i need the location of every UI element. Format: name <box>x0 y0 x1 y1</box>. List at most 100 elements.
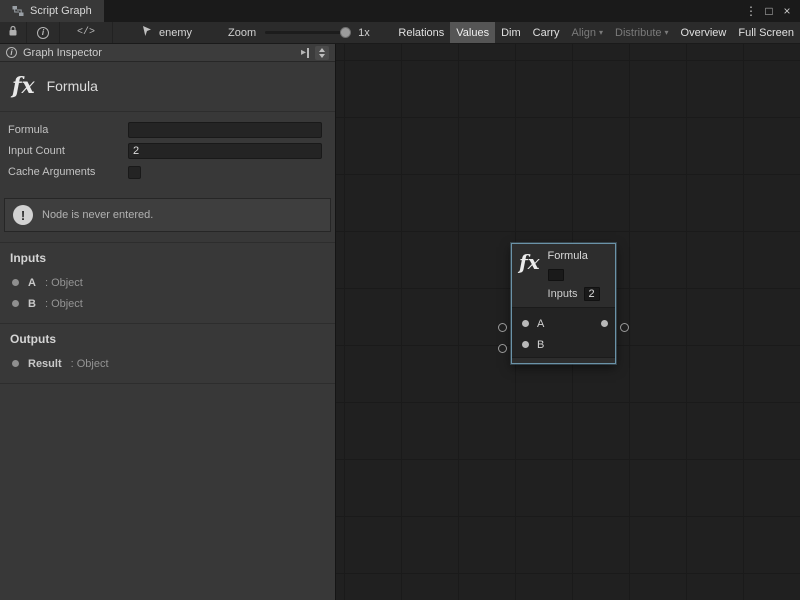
tab-label: Script Graph <box>30 5 92 17</box>
fx-icon: fx <box>519 250 540 301</box>
outputs-header: Outputs <box>0 332 335 353</box>
zoom-control: Zoom 1x <box>228 27 370 39</box>
warning-icon: ! <box>13 205 33 225</box>
overview-button[interactable]: Overview <box>675 22 733 43</box>
node-header-fields: Formula Inputs 2 <box>548 250 600 301</box>
external-port-result-icon[interactable] <box>620 323 629 332</box>
graph-toolbar: i </> enemy Zoom 1x Relations Values Di <box>0 22 800 44</box>
port-dot-icon <box>12 279 19 286</box>
input-count-label: Input Count <box>8 145 128 157</box>
formula-input[interactable] <box>128 122 322 138</box>
title-bar: Script Graph ⋮ □ × <box>0 0 800 22</box>
port-type: : Object <box>71 358 109 370</box>
info-icon: i <box>37 27 49 39</box>
port-name: B <box>28 298 36 310</box>
inspector-fields: Formula Input Count Cache Arguments <box>0 112 335 192</box>
port-dot-icon <box>12 360 19 367</box>
unity-script-graph-window: Script Graph ⋮ □ × i </> <box>0 0 800 600</box>
cache-arguments-checkbox[interactable] <box>128 166 141 179</box>
panel-title: Graph Inspector <box>23 47 102 59</box>
zoom-value: 1x <box>358 27 370 39</box>
inspector-node-title-block: fx Formula <box>0 62 335 112</box>
code-view-button[interactable]: </> <box>60 22 112 43</box>
formula-field-row: Formula <box>8 121 322 139</box>
zoom-label: Zoom <box>228 27 256 39</box>
input-port-b-row: B : Object <box>0 293 335 314</box>
toolbar-buttons: Relations Values Dim Carry Align ▾ Distr… <box>392 22 800 43</box>
graph-inspector-panel: i Graph Inspector ▸ fx Formula Formula I… <box>0 44 335 600</box>
arrow-down-icon <box>319 54 325 58</box>
node-port-row-b: B <box>512 334 615 355</box>
warning-box: ! Node is never entered. <box>4 198 331 232</box>
cache-arguments-label: Cache Arguments <box>8 166 128 178</box>
inspect-toggle-button[interactable]: i <box>27 22 59 43</box>
kebab-menu-icon[interactable]: ⋮ <box>742 4 760 18</box>
inputs-header: Inputs <box>0 251 335 272</box>
distribute-button[interactable]: Distribute ▾ <box>609 22 674 43</box>
fx-icon: fx <box>12 74 35 98</box>
zoom-slider-knob[interactable] <box>340 27 351 38</box>
external-port-b-icon[interactable] <box>498 344 507 353</box>
align-button-label: Align <box>572 27 596 39</box>
formula-node-header[interactable]: fx Formula Inputs 2 <box>512 244 615 307</box>
output-port-result-row: Result : Object <box>0 353 335 374</box>
node-footer <box>512 357 615 363</box>
port-label: A <box>537 318 544 330</box>
port-name: A <box>28 277 36 289</box>
window-controls: ⋮ □ × <box>742 0 800 22</box>
dock-icon[interactable]: ▸ <box>301 48 309 58</box>
formula-field-label: Formula <box>8 124 128 136</box>
lock-button[interactable] <box>0 22 26 43</box>
close-icon[interactable]: × <box>778 4 796 18</box>
input-port-a-row: A : Object <box>0 272 335 293</box>
warning-text: Node is never entered. <box>42 209 153 221</box>
output-port-result-icon[interactable] <box>601 320 608 327</box>
chevron-down-icon: ▾ <box>599 28 603 37</box>
port-name: Result <box>28 358 62 370</box>
lock-icon <box>8 25 18 40</box>
fullscreen-button[interactable]: Full Screen <box>732 22 800 43</box>
port-dot-icon <box>12 300 19 307</box>
port-label: B <box>537 339 544 351</box>
script-graph-icon <box>12 5 24 17</box>
arrow-up-icon <box>319 48 325 52</box>
graph-breadcrumb[interactable]: enemy <box>141 25 192 40</box>
node-input-count-row: Inputs 2 <box>548 287 600 301</box>
input-count-input[interactable] <box>128 143 322 159</box>
distribute-button-label: Distribute <box>615 27 661 39</box>
carry-button[interactable]: Carry <box>527 22 566 43</box>
maximize-icon[interactable]: □ <box>760 4 778 18</box>
node-title: Formula <box>548 250 600 263</box>
external-port-a-icon[interactable] <box>498 323 507 332</box>
node-input-count[interactable]: 2 <box>584 287 600 301</box>
info-icon: i <box>6 47 17 58</box>
inspector-header: i Graph Inspector ▸ <box>0 44 335 62</box>
node-port-row-a: A <box>512 313 615 334</box>
tab-script-graph[interactable]: Script Graph <box>0 0 104 22</box>
dim-button[interactable]: Dim <box>495 22 527 43</box>
node-ports: A B <box>512 307 615 357</box>
node-formula-input[interactable] <box>548 269 564 281</box>
formula-node[interactable]: fx Formula Inputs 2 A <box>511 243 616 364</box>
port-type: : Object <box>45 277 83 289</box>
input-port-a-icon[interactable] <box>522 320 529 327</box>
spinner-icon[interactable] <box>315 46 329 60</box>
port-type: : Object <box>45 298 83 310</box>
input-port-b-icon[interactable] <box>522 341 529 348</box>
inspector-node-title: Formula <box>47 78 98 94</box>
zoom-slider[interactable] <box>265 31 349 34</box>
inspector-header-controls: ▸ <box>301 46 329 60</box>
inputs-section: Inputs A : Object B : Object <box>0 242 335 323</box>
outputs-section: Outputs Result : Object <box>0 323 335 384</box>
code-icon: </> <box>77 27 95 38</box>
values-button[interactable]: Values <box>450 22 495 43</box>
input-count-field-row: Input Count <box>8 142 322 160</box>
graph-canvas[interactable]: fx Formula Inputs 2 A <box>335 44 800 600</box>
chevron-down-icon: ▾ <box>665 28 669 37</box>
node-inputs-label: Inputs <box>548 288 578 300</box>
align-button[interactable]: Align ▾ <box>566 22 609 43</box>
relations-button[interactable]: Relations <box>392 22 450 43</box>
toolbar-separator <box>112 22 113 43</box>
graph-pointer-icon <box>141 25 153 40</box>
graph-ref-label: enemy <box>159 27 192 39</box>
